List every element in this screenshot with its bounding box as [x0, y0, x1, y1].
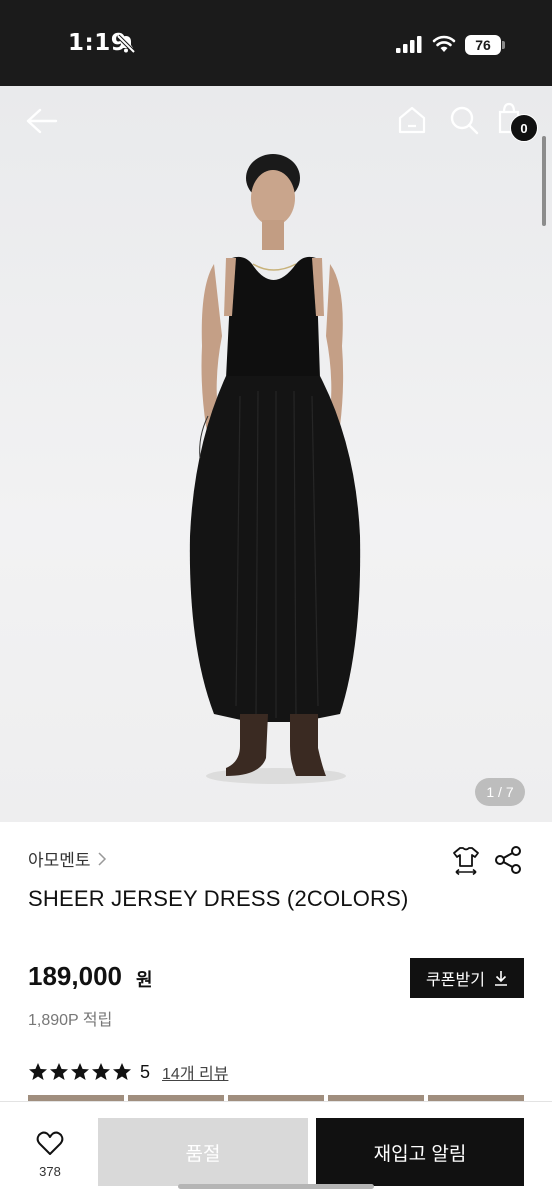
star-icon — [50, 1063, 68, 1080]
rating-value: 5 — [140, 1061, 151, 1082]
product-photo — [189, 154, 361, 784]
coupon-label: 쿠폰받기 — [426, 972, 485, 989]
like-count: 378 — [39, 1163, 61, 1179]
star-icon — [71, 1063, 89, 1080]
search-icon — [450, 106, 479, 135]
back-button[interactable] — [22, 104, 60, 138]
home-icon — [398, 106, 426, 134]
cart-button[interactable]: 0 — [496, 102, 540, 142]
battery-tip — [502, 41, 505, 49]
get-coupon-button[interactable]: 쿠폰받기 — [410, 958, 524, 998]
restock-alert-button[interactable]: 재입고 알림 — [316, 1118, 524, 1186]
download-icon — [494, 971, 507, 986]
arrow-left-icon — [26, 108, 58, 134]
home-button[interactable] — [394, 102, 430, 138]
star-icon — [29, 1063, 47, 1080]
scroll-indicator — [542, 136, 546, 226]
image-counter: 1 / 7 — [475, 778, 525, 806]
heart-icon — [36, 1131, 64, 1155]
star-icon — [92, 1063, 110, 1080]
size-guide-icon — [453, 847, 479, 876]
home-indicator — [178, 1184, 374, 1189]
search-button[interactable] — [446, 102, 482, 138]
rating-row: 5 14개 리뷰 — [28, 1060, 228, 1084]
bottom-action-bar: 378 품절 재입고 알림 — [0, 1101, 552, 1200]
review-link[interactable]: 14개 리뷰 — [162, 1060, 228, 1084]
star-icon — [113, 1063, 131, 1080]
battery-level: 76 — [465, 35, 501, 55]
brand-name: 아모멘토 — [28, 851, 91, 870]
product-image-carousel[interactable]: 0 1 / 7 — [0, 86, 552, 822]
battery-icon: 76 — [465, 35, 505, 55]
wifi-icon — [432, 35, 456, 52]
bell-muted-icon — [116, 34, 136, 54]
rating-stars — [28, 1062, 132, 1082]
like-button[interactable]: 378 — [28, 1126, 72, 1182]
sold-out-button[interactable]: 품절 — [98, 1118, 308, 1186]
cart-count-badge: 0 — [510, 114, 538, 142]
reward-points: 1,890P 적립 — [28, 1012, 113, 1029]
size-guide-button[interactable] — [450, 844, 482, 876]
price-unit: 원 — [136, 970, 153, 990]
share-icon — [495, 846, 521, 874]
product-title: SHEER JERSEY DRESS (2COLORS) — [28, 886, 409, 911]
status-bar: 1:19 76 — [0, 0, 552, 86]
cellular-signal-icon — [396, 36, 422, 53]
share-button[interactable] — [493, 844, 523, 876]
chevron-right-icon — [98, 851, 106, 866]
product-price: 189,000 — [28, 961, 122, 991]
brand-link[interactable]: 아모멘토 — [28, 846, 107, 871]
